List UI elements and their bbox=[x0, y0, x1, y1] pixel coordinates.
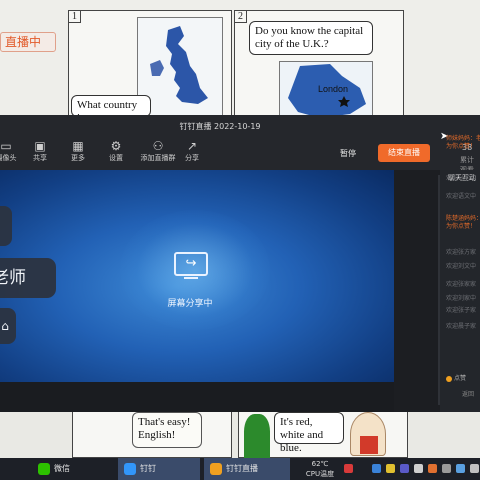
gear-icon: ⚙ bbox=[110, 139, 122, 153]
chat-message: 欢迎以前中 bbox=[446, 175, 477, 182]
window-title: 钉钉直播 2022-10-19 bbox=[179, 122, 261, 131]
taskbar-app-label: 钉钉 bbox=[140, 464, 156, 473]
taskbar-app-wechat[interactable]: 微信 bbox=[38, 458, 70, 480]
like-icon bbox=[446, 375, 452, 382]
toolbar-more[interactable]: ▦ 更多 bbox=[60, 139, 96, 165]
camera-icon: ▭ bbox=[0, 139, 12, 153]
chat-message: 师妹妈妈：老 bbox=[446, 135, 480, 142]
chat-message: 欢迎晨子家 bbox=[446, 323, 477, 330]
temperature-label: CPU温度 bbox=[305, 470, 335, 478]
tray-app-icon[interactable] bbox=[372, 464, 381, 473]
tray-antivirus-icon[interactable] bbox=[344, 464, 353, 473]
chat-message: 欢迎刘家中 bbox=[446, 295, 477, 302]
chat-message: 陈楚涵妈妈： bbox=[446, 215, 480, 222]
screen-share-icon: ▣ bbox=[34, 139, 46, 153]
tray-app-icon[interactable] bbox=[456, 464, 465, 473]
toolbar-label: 分享 bbox=[185, 154, 199, 162]
speaker-name: 老师 bbox=[0, 268, 26, 288]
chat-message: 为你点赞！ bbox=[446, 223, 477, 230]
window-footer bbox=[0, 382, 394, 412]
participant-tile[interactable] bbox=[0, 206, 12, 246]
toolbar-label: 更多 bbox=[71, 154, 85, 162]
chat-message: 为你点赞！ bbox=[446, 143, 477, 150]
toolbar-label: 摄像头 bbox=[0, 154, 17, 162]
comic-panel-2: 2 Do you know the capital city of the U.… bbox=[234, 10, 404, 121]
toolbar-share-screen[interactable]: ▣ 共享 bbox=[22, 139, 58, 165]
textbook-page-bottom: That's easy! English! It's red, white an… bbox=[0, 410, 480, 458]
chat-message: 欢迎刘文中 bbox=[446, 263, 477, 270]
character-figure bbox=[244, 414, 270, 458]
monitor-stand bbox=[184, 277, 198, 279]
toolbar-share[interactable]: ↗ 分享 bbox=[174, 139, 210, 165]
toolbar-camera[interactable]: ▭ 摄像头 bbox=[0, 139, 24, 165]
chat-message: 欢迎张方家 bbox=[446, 249, 477, 256]
window-titlebar: 钉钉直播 2022-10-19 ▭ 摄像头 ▣ 共享 ▦ 更多 ⚙ 设置 ⚇ 添… bbox=[0, 115, 480, 174]
taskbar-app-label: 微信 bbox=[54, 464, 70, 473]
easy-bubble: That's easy! English! bbox=[132, 412, 202, 448]
speaker-tile[interactable]: 老师 bbox=[0, 258, 56, 298]
red-tie bbox=[360, 436, 378, 454]
comic-panel-1: 1 What country is bbox=[68, 10, 232, 124]
chat-message: 欢迎语文中 bbox=[446, 193, 477, 200]
textbook-page-top: 直播中 1 What country is 2 Do you know the … bbox=[0, 0, 480, 124]
back-button[interactable]: 返回 bbox=[462, 389, 474, 398]
taskbar-app-dingtalk[interactable]: 钉钉 bbox=[118, 458, 200, 480]
wechat-icon bbox=[38, 462, 50, 475]
share-icon: ↗ bbox=[186, 139, 198, 153]
end-live-button[interactable]: 结束直播 bbox=[378, 144, 430, 162]
screen-share-stage[interactable]: ↪ 屏幕分享中 老师 ⌂ bbox=[0, 170, 394, 382]
pause-button[interactable]: 暂停 bbox=[340, 148, 356, 159]
capital-question-bubble: Do you know the capital city of the U.K.… bbox=[249, 21, 373, 55]
panel-number: 1 bbox=[69, 11, 81, 23]
tray-app-icon[interactable] bbox=[386, 464, 395, 473]
cpu-temperature: 62℃ CPU温度 bbox=[300, 459, 340, 479]
dingtalk-live-icon bbox=[210, 462, 222, 475]
like-button[interactable]: 点赞 bbox=[446, 373, 466, 382]
chat-message: 欢迎张家家 bbox=[446, 281, 477, 288]
screen: 直播中 1 What country is 2 Do you know the … bbox=[0, 0, 480, 480]
tray-app-icon[interactable] bbox=[400, 464, 409, 473]
toolbar-settings[interactable]: ⚙ 设置 bbox=[98, 139, 134, 165]
chat-message: 欢迎张子家 bbox=[446, 307, 477, 314]
screen-share-status: 屏幕分享中 bbox=[167, 299, 213, 309]
toolbar-label: 设置 bbox=[109, 154, 123, 162]
taskbar-app-dingtalk-live[interactable]: 钉钉直播 bbox=[204, 458, 290, 480]
side-gap bbox=[394, 170, 440, 412]
tray-app-icon[interactable] bbox=[414, 464, 423, 473]
taskbar: 微信 钉钉 钉钉直播 62℃ CPU温度 bbox=[0, 458, 480, 480]
more-icon: ▦ bbox=[72, 139, 84, 153]
like-label: 点赞 bbox=[454, 375, 467, 382]
live-status-badge: 直播中 bbox=[0, 32, 56, 52]
taskbar-app-label: 钉钉直播 bbox=[226, 464, 258, 473]
temperature-value: 62℃ bbox=[311, 460, 329, 468]
participant-tile[interactable]: ⌂ bbox=[0, 308, 16, 344]
colors-bubble: It's red, white and blue. bbox=[274, 412, 344, 454]
london-map-image: London bbox=[279, 61, 373, 121]
city-label: London bbox=[318, 84, 349, 94]
tray-app-icon[interactable] bbox=[442, 464, 451, 473]
live-stream-window: 钉钉直播 2022-10-19 ▭ 摄像头 ▣ 共享 ▦ 更多 ⚙ 设置 ⚇ 添… bbox=[0, 115, 480, 412]
panel-number: 2 bbox=[235, 11, 247, 23]
tray-app-icon[interactable] bbox=[428, 464, 437, 473]
tray-app-icon[interactable] bbox=[470, 464, 479, 473]
dingtalk-icon bbox=[124, 462, 136, 475]
screen-share-icon: ↪ bbox=[174, 252, 208, 276]
toolbar-label: 共享 bbox=[33, 154, 47, 162]
question-bubble: What country is bbox=[71, 95, 151, 124]
